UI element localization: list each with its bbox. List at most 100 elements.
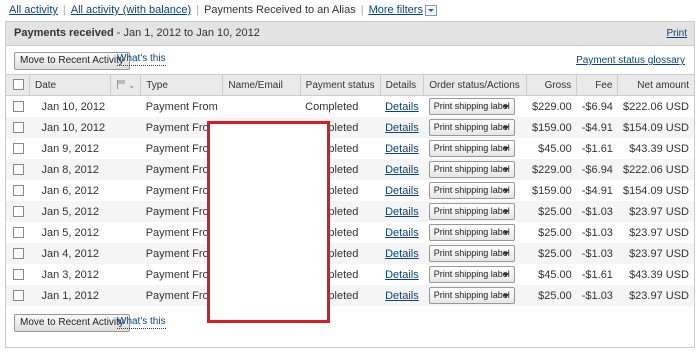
panel-title-range: - Jan 1, 2012 to Jan 10, 2012 [113, 27, 260, 39]
col-name-email[interactable]: Name/Email [222, 74, 301, 96]
row-fee: -$1.61 [581, 142, 613, 155]
table-header-row: Date ⌄ Type Name/Email Payment status De… [6, 74, 694, 96]
row-gross: $25.00 [526, 243, 577, 264]
row-net-amount: $23.97 USD [617, 201, 694, 222]
dropdown-arrow-icon [502, 105, 509, 109]
row-fee: -$4.91 [581, 184, 613, 197]
row-checkbox[interactable] [13, 248, 24, 260]
row-flag-cell [110, 96, 141, 118]
payments-panel: Payments received - Jan 1, 2012 to Jan 1… [5, 21, 695, 348]
whats-this-link-bottom[interactable]: What's this [117, 316, 166, 329]
dropdown-arrow-icon [502, 147, 509, 151]
row-date: Jan 3, 2012 [41, 268, 100, 281]
dropdown-arrow-icon [502, 168, 509, 172]
move-to-recent-button-bottom[interactable]: Move to Recent Activity [14, 314, 130, 332]
row-date: Jan 8, 2012 [29, 159, 111, 180]
row-payment-status: Completed [305, 100, 359, 113]
print-shipping-label-select[interactable]: Print shipping label [428, 182, 515, 199]
row-date: Jan 10, 2012 [29, 117, 111, 138]
row-select-cell [6, 159, 30, 180]
row-checkbox[interactable] [13, 185, 24, 197]
dropdown-arrow-icon [502, 294, 509, 298]
move-to-recent-button-top[interactable]: Move to Recent Activity [14, 52, 130, 70]
table-row: Jan 4, 2012 Payment From Completed Details P… [6, 243, 694, 264]
row-action-cell: Print shipping label [424, 96, 527, 118]
row-details-link[interactable]: Details [385, 290, 419, 302]
filter-separator: | [62, 4, 66, 16]
row-details-link[interactable]: Details [385, 185, 419, 197]
row-gross: $229.00 [526, 159, 577, 180]
row-select-cell [6, 243, 30, 264]
row-net-amount: $222.06 USD [622, 100, 689, 113]
row-select-cell [6, 222, 30, 243]
row-checkbox[interactable] [13, 122, 24, 134]
row-details-link[interactable]: Details [385, 269, 419, 281]
row-checkbox[interactable] [13, 206, 24, 218]
select-label: Print shipping label [433, 122, 510, 132]
print-shipping-label-select[interactable]: Print shipping label [428, 119, 515, 136]
col-fee[interactable]: Fee [576, 74, 619, 96]
activity-filters: All activity | All activity (with balanc… [9, 3, 437, 17]
filter-all-activity[interactable]: All activity [9, 4, 58, 16]
row-flag-cell [110, 138, 141, 159]
row-date: Jan 9, 2012 [41, 142, 100, 155]
row-fee: -$1.03 [576, 201, 618, 222]
row-checkbox[interactable] [13, 269, 24, 281]
filter-all-activity-balance[interactable]: All activity (with balance) [71, 4, 191, 16]
row-details-cell: Details [380, 243, 424, 264]
row-details-cell: Details [380, 222, 424, 243]
row-net-amount: $43.39 USD [629, 268, 689, 281]
print-shipping-label-select[interactable]: Print shipping label [428, 140, 515, 157]
print-shipping-label-select[interactable]: Print shipping label [428, 161, 515, 178]
row-details-cell: Details [380, 285, 424, 306]
row-fee: -$6.94 [576, 159, 618, 180]
print-shipping-label-select[interactable]: Print shipping label [428, 98, 515, 115]
print-shipping-label-select[interactable]: Print shipping label [428, 203, 515, 220]
col-flag[interactable]: ⌄ [110, 74, 142, 96]
row-details-link[interactable]: Details [385, 206, 419, 218]
row-details-link[interactable]: Details [385, 248, 419, 260]
row-details-link[interactable]: Details [385, 122, 419, 134]
print-shipping-label-select[interactable]: Print shipping label [428, 224, 515, 241]
col-order-status: Order status/Actions [423, 74, 528, 96]
row-gross: $45.00 [538, 268, 572, 281]
row-select-cell [6, 285, 30, 306]
row-net-amount: $43.39 USD [629, 142, 689, 155]
print-link[interactable]: Print [666, 28, 687, 39]
row-checkbox[interactable] [13, 143, 24, 155]
col-date[interactable]: Date [29, 74, 111, 96]
row-fee: -$1.03 [576, 243, 618, 264]
col-type[interactable]: Type [140, 74, 224, 96]
row-checkbox[interactable] [13, 164, 24, 176]
row-details-link[interactable]: Details [385, 143, 419, 155]
print-shipping-label-select[interactable]: Print shipping label [428, 245, 515, 262]
row-action-cell: Print shipping label [424, 180, 527, 201]
table-row: Jan 1, 2012 Payment From Completed Details P… [6, 285, 694, 306]
table-row: Jan 5, 2012 Payment From Completed Details P… [6, 222, 694, 243]
table-row: Jan 3, 2012 Payment From Completed Details P… [6, 264, 694, 285]
row-checkbox[interactable] [13, 227, 24, 239]
col-details: Details [380, 74, 425, 96]
filter-current: Payments Received to an Alias [204, 4, 356, 16]
filter-more-filters[interactable]: More filters [369, 4, 423, 16]
whats-this-link-top[interactable]: What's this [117, 53, 166, 66]
dropdown-arrow-icon [502, 210, 509, 214]
row-gross: $159.00 [526, 117, 577, 138]
row-details-cell: Details [380, 96, 424, 118]
row-checkbox[interactable] [13, 101, 24, 113]
row-checkbox[interactable] [13, 290, 24, 302]
row-details-link[interactable]: Details [385, 164, 419, 176]
dropdown-arrow-icon [502, 252, 509, 256]
row-flag-cell [110, 180, 141, 201]
table-row: Jan 10, 2012 Payment From Completed Details… [6, 117, 694, 138]
select-all-checkbox[interactable] [13, 79, 24, 91]
row-details-link[interactable]: Details [385, 101, 419, 113]
col-payment-status[interactable]: Payment status [300, 74, 381, 96]
payment-status-glossary-link[interactable]: Payment status glossary [576, 55, 685, 66]
print-shipping-label-select[interactable]: Print shipping label [428, 287, 515, 304]
col-net-amount[interactable]: Net amount [617, 74, 694, 96]
col-gross[interactable]: Gross [526, 74, 578, 96]
print-shipping-label-select[interactable]: Print shipping label [428, 266, 515, 283]
more-filters-dropdown-icon[interactable] [424, 4, 437, 16]
row-details-link[interactable]: Details [385, 227, 419, 239]
